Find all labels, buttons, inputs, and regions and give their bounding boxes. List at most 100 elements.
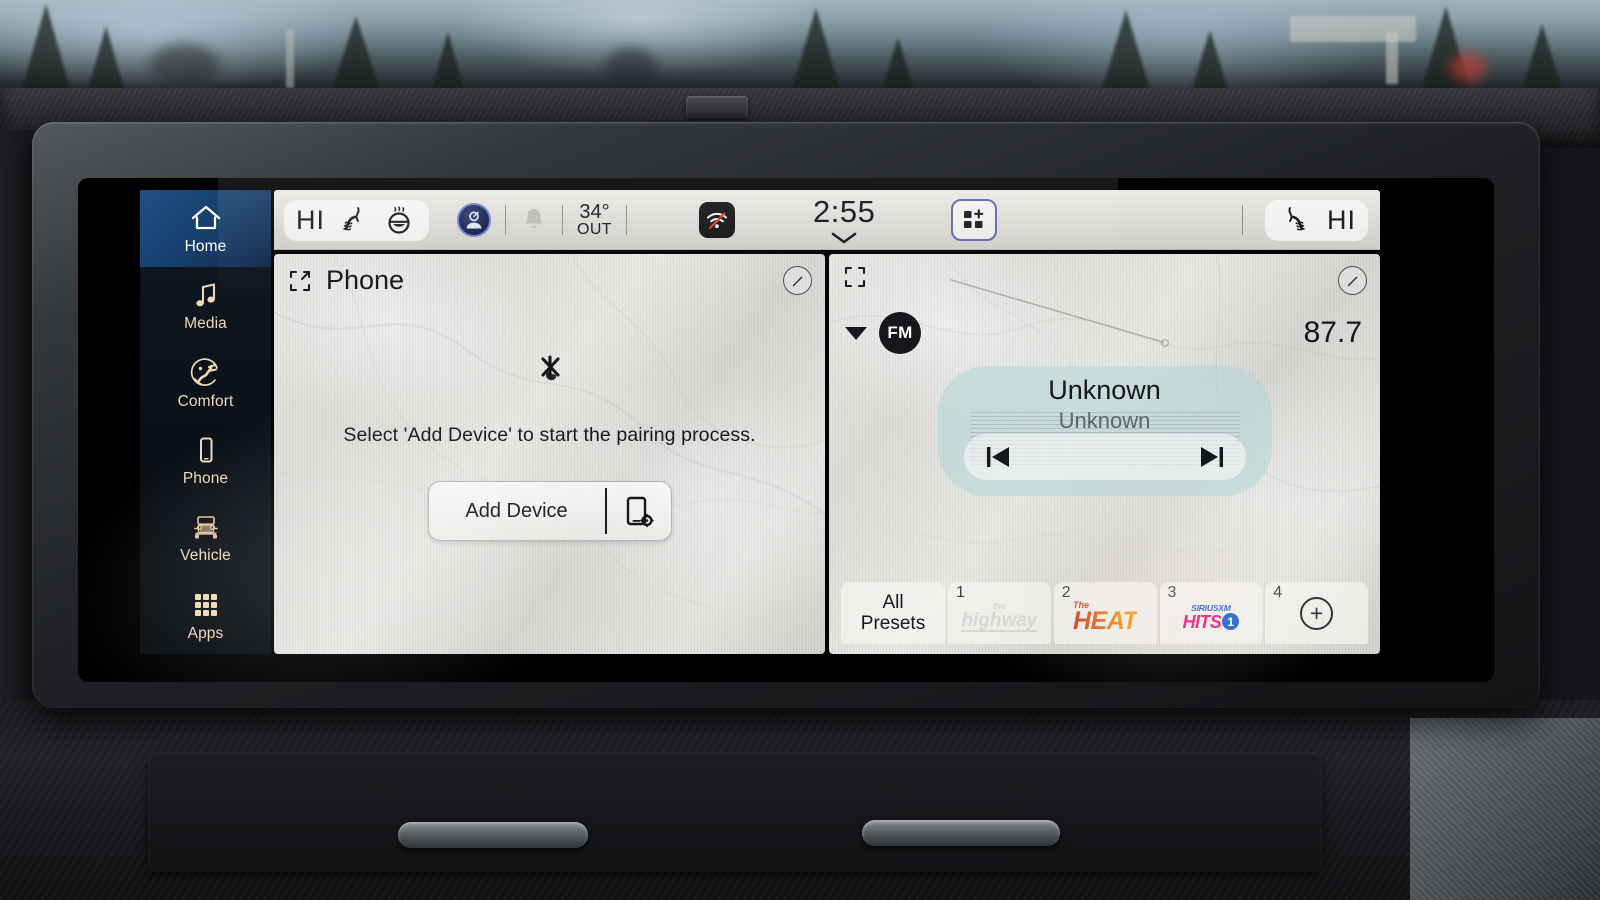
all-presets-line2: Presets bbox=[860, 613, 926, 634]
jeep-icon bbox=[193, 516, 218, 539]
clock-area[interactable]: 2:55 bbox=[813, 194, 875, 246]
preset-slot-3[interactable]: 3 SIRIUSXM HITS 1 bbox=[1159, 582, 1263, 644]
add-preset-glyph: + bbox=[1309, 599, 1324, 626]
preset-number: 4 bbox=[1273, 584, 1283, 601]
temperature-label: OUT bbox=[577, 221, 612, 239]
all-presets-button[interactable]: All Presets bbox=[841, 582, 945, 644]
expand-icon[interactable] bbox=[843, 265, 867, 289]
music-note-icon bbox=[195, 283, 215, 307]
add-device-button[interactable]: Add Device bbox=[427, 481, 672, 541]
now-playing-panel[interactable]: Unknown Unknown bbox=[937, 366, 1272, 496]
phone-settings-icon bbox=[626, 496, 654, 528]
status-divider bbox=[562, 205, 563, 235]
sidebar-item-home[interactable]: Home bbox=[140, 190, 271, 268]
wifi-off-icon bbox=[706, 212, 728, 230]
radio-band-row: FM 87.7 bbox=[845, 312, 1362, 354]
preset-slot-2[interactable]: 2 The HEAT bbox=[1053, 582, 1157, 644]
caret-down-icon[interactable] bbox=[845, 326, 867, 340]
notifications-button[interactable] bbox=[520, 205, 548, 235]
car-interior-scene: Home Media Comfort Phone Vehicle Apps HI… bbox=[0, 0, 1600, 900]
playback-controls bbox=[963, 434, 1246, 480]
passenger-climate-pill[interactable]: HI bbox=[1265, 199, 1368, 241]
left-climate-level: HI bbox=[296, 204, 325, 235]
wifi-status-button[interactable] bbox=[698, 202, 735, 238]
sidebar-item-label: Home bbox=[184, 238, 227, 256]
sidebar-item-apps[interactable]: Apps bbox=[140, 577, 271, 654]
driver-profile-button[interactable] bbox=[457, 203, 491, 237]
band-label: FM bbox=[887, 323, 913, 342]
sidebar-item-phone[interactable]: Phone bbox=[140, 422, 271, 499]
sidebar-item-media[interactable]: Media bbox=[140, 267, 271, 344]
clock-value: 2:55 bbox=[812, 194, 876, 229]
radio-widget-card[interactable]: FM 87.7 Unknown Unknown All Presets 1 th… bbox=[829, 254, 1380, 654]
next-button[interactable] bbox=[1192, 440, 1232, 474]
phone-settings-button[interactable] bbox=[607, 482, 671, 540]
the-highway-logo: the highway bbox=[961, 602, 1038, 632]
home-icon bbox=[191, 206, 220, 230]
sidebar-item-label: Comfort bbox=[177, 392, 234, 410]
add-page-icon[interactable]: + bbox=[1134, 648, 1147, 655]
driver-climate-pill[interactable]: HI bbox=[284, 199, 429, 241]
preset-number: 1 bbox=[956, 584, 965, 601]
expand-icon[interactable] bbox=[288, 269, 312, 293]
all-presets-line1: All bbox=[882, 591, 904, 613]
add-widget-button[interactable] bbox=[951, 199, 998, 241]
main-area: HI 34° OUT 2:55 HI Phone Select 'Add Dev… bbox=[271, 190, 1380, 654]
now-playing-subtitle: Unknown bbox=[1058, 408, 1151, 433]
preset-logo-badge: 1 bbox=[1222, 613, 1240, 631]
phone-widget-card[interactable]: Phone Select 'Add Device' to start the p… bbox=[274, 254, 825, 654]
status-divider bbox=[505, 205, 506, 235]
preset-number: 3 bbox=[1167, 584, 1177, 601]
status-divider bbox=[1242, 205, 1243, 235]
heated-seat-icon bbox=[343, 207, 360, 231]
center-vent-housing bbox=[148, 752, 1322, 872]
band-badge[interactable]: FM bbox=[879, 312, 921, 354]
temperature-value: 34° bbox=[579, 200, 610, 223]
status-bar: HI 34° OUT 2:55 HI bbox=[274, 190, 1380, 250]
sidebar-item-label: Vehicle bbox=[180, 547, 231, 565]
infotainment-screen: Home Media Comfort Phone Vehicle Apps HI… bbox=[78, 178, 1494, 682]
preset-slot-1[interactable]: 1 the highway bbox=[948, 582, 1051, 644]
skip-next-icon bbox=[1200, 447, 1223, 467]
radio-card-header bbox=[843, 265, 867, 289]
phone-card-title: Phone bbox=[326, 265, 405, 295]
add-preset-icon[interactable]: + bbox=[1300, 596, 1334, 630]
preset-number: 2 bbox=[1061, 584, 1071, 601]
sidebar-item-label: Media bbox=[184, 315, 227, 333]
sidebar-nav: Home Media Comfort Phone Vehicle Apps bbox=[140, 190, 271, 654]
right-climate-level: HI bbox=[1327, 204, 1356, 235]
sidebar-item-label: Apps bbox=[187, 624, 224, 642]
sidebar-item-vehicle[interactable]: Vehicle bbox=[140, 499, 271, 576]
radio-card-edit-button[interactable] bbox=[1338, 266, 1367, 295]
sidebar-item-comfort[interactable]: Comfort bbox=[140, 345, 271, 422]
previous-button[interactable] bbox=[978, 440, 1018, 474]
frequency-value: 87.7 bbox=[1303, 316, 1362, 349]
add-widget-icon bbox=[964, 209, 984, 228]
preset-logo-main: HITS bbox=[1182, 611, 1222, 632]
edit-pencil-icon bbox=[792, 276, 803, 287]
bluetooth-phone-disconnected-icon bbox=[540, 355, 560, 381]
phone-card-edit-button[interactable] bbox=[783, 266, 812, 295]
sidebar-item-label: Phone bbox=[182, 470, 229, 488]
status-divider bbox=[625, 205, 627, 235]
add-device-label: Add Device bbox=[465, 499, 568, 522]
apps-grid-icon bbox=[194, 593, 217, 616]
heated-seat-icon bbox=[1288, 207, 1305, 231]
bell-icon bbox=[525, 209, 543, 229]
now-playing-title: Unknown bbox=[1048, 375, 1161, 405]
the-heat-logo: The HEAT bbox=[1073, 600, 1138, 635]
comfort-seat-icon bbox=[190, 358, 218, 386]
phone-pairing-message: Select 'Add Device' to start the pairing… bbox=[343, 424, 756, 446]
windshield-view bbox=[0, 0, 1600, 96]
vent-slot-right bbox=[862, 820, 1060, 846]
outside-temperature: 34° OUT bbox=[577, 200, 612, 239]
chevron-down-icon bbox=[831, 232, 857, 244]
edit-pencil-icon bbox=[1347, 276, 1358, 287]
widget-cards: Phone Select 'Add Device' to start the p… bbox=[274, 250, 1380, 654]
phone-card-header: Phone bbox=[288, 265, 404, 296]
preset-slot-4[interactable]: 4 + bbox=[1265, 582, 1368, 644]
preset-logo-main: HEAT bbox=[1073, 606, 1138, 635]
uconnect-ui: Home Media Comfort Phone Vehicle Apps HI… bbox=[140, 190, 1380, 654]
preset-logo-main: highway bbox=[961, 610, 1038, 632]
presets-row: All Presets 1 the highway 2 The HEAT 3 S… bbox=[841, 582, 1368, 644]
